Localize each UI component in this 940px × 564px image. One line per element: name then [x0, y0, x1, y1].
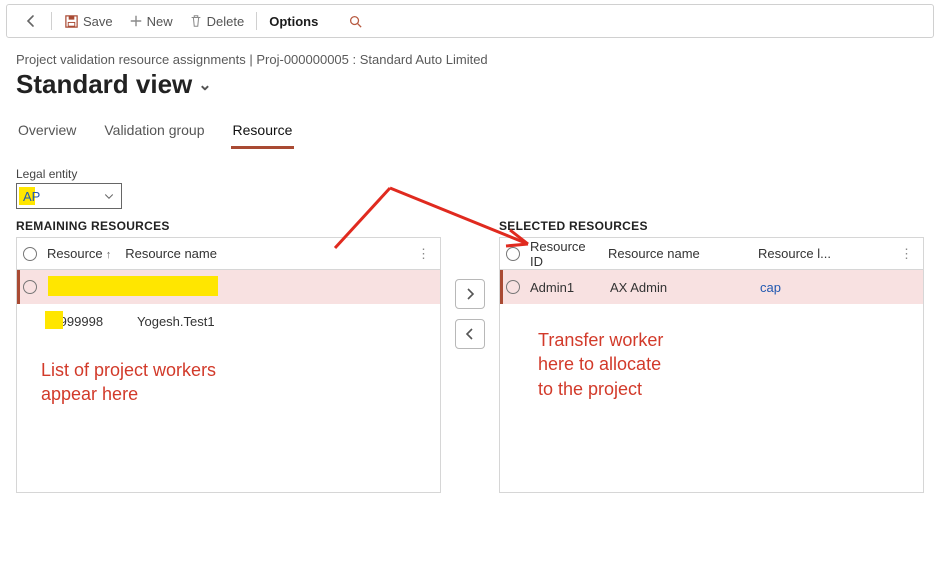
grid-header: Resource ID Resource name Resource l... …: [500, 238, 923, 270]
plus-icon: [129, 14, 143, 28]
tab-overview[interactable]: Overview: [16, 116, 78, 149]
save-button[interactable]: Save: [56, 10, 121, 33]
remaining-title: REMAINING RESOURCES: [16, 219, 441, 233]
annotation-right: Transfer worker here to allocate to the …: [538, 328, 663, 401]
cell-resource-name: AX Admin: [610, 280, 760, 295]
new-label: New: [147, 14, 173, 29]
save-icon: [64, 14, 79, 29]
breadcrumb: Project validation resource assignments …: [16, 52, 924, 67]
select-all-radio[interactable]: [23, 247, 37, 261]
cell-resource-id: Admin1: [530, 280, 610, 295]
new-button[interactable]: New: [121, 10, 181, 33]
remaining-grid: Resource Resource name ⋮ P999998 Yogesh.…: [16, 237, 441, 493]
chevron-down-icon: ⌄: [198, 75, 211, 95]
col-resource-legal[interactable]: Resource l...: [758, 246, 845, 261]
options-label: Options: [269, 14, 318, 29]
col-resource-id[interactable]: Resource ID: [530, 239, 608, 269]
delete-button[interactable]: Delete: [181, 10, 253, 33]
options-button[interactable]: Options: [261, 10, 326, 33]
save-label: Save: [83, 14, 113, 29]
legal-entity-value: AP: [23, 189, 40, 204]
back-button[interactable]: [15, 9, 47, 33]
remaining-resources-panel: REMAINING RESOURCES Resource Resource na…: [16, 219, 441, 493]
table-row[interactable]: P999998 Yogesh.Test1: [17, 304, 440, 338]
annotation-left: List of project workers appear here: [41, 358, 216, 407]
move-right-button[interactable]: [455, 279, 485, 309]
tab-resource[interactable]: Resource: [231, 116, 295, 149]
col-resource[interactable]: Resource: [47, 246, 125, 261]
legal-entity-label: Legal entity: [16, 167, 924, 181]
search-button[interactable]: [340, 10, 371, 33]
legal-entity-select[interactable]: AP: [16, 183, 122, 209]
page-title-text: Standard view: [16, 69, 192, 100]
move-left-button[interactable]: [455, 319, 485, 349]
grid-menu[interactable]: ⋮: [413, 246, 434, 262]
selected-resources-panel: SELECTED RESOURCES Resource ID Resource …: [499, 219, 924, 493]
delete-label: Delete: [207, 14, 245, 29]
separator: [51, 12, 52, 30]
transfer-buttons: [455, 279, 485, 349]
search-icon: [348, 14, 363, 29]
grid-header: Resource Resource name ⋮: [17, 238, 440, 270]
arrow-left-icon: [23, 13, 39, 29]
table-row[interactable]: [17, 270, 440, 304]
table-row[interactable]: Admin1 AX Admin cap: [500, 270, 923, 304]
command-bar: Save New Delete Options: [6, 4, 934, 38]
legal-entity-field: Legal entity AP: [16, 167, 924, 209]
view-selector[interactable]: Standard view ⌄: [16, 69, 924, 100]
chevron-down-icon: [103, 190, 115, 202]
cell-resource-legal: cap: [760, 280, 917, 295]
tab-validation-group[interactable]: Validation group: [102, 116, 206, 149]
selected-grid: Resource ID Resource name Resource l... …: [499, 237, 924, 493]
grid-menu[interactable]: ⋮: [896, 246, 917, 262]
row-radio[interactable]: [23, 280, 37, 294]
highlight-marker: [48, 276, 218, 296]
cell-resource-name: Yogesh.Test1: [137, 314, 434, 329]
select-all-radio[interactable]: [506, 247, 520, 261]
col-resource-name[interactable]: Resource name: [608, 246, 758, 261]
col-resource-name[interactable]: Resource name: [125, 246, 231, 261]
highlight-marker: [45, 311, 63, 329]
row-radio[interactable]: [506, 280, 520, 294]
tab-strip: Overview Validation group Resource: [16, 116, 924, 149]
separator: [256, 12, 257, 30]
selected-title: SELECTED RESOURCES: [499, 219, 924, 233]
trash-icon: [189, 14, 203, 28]
